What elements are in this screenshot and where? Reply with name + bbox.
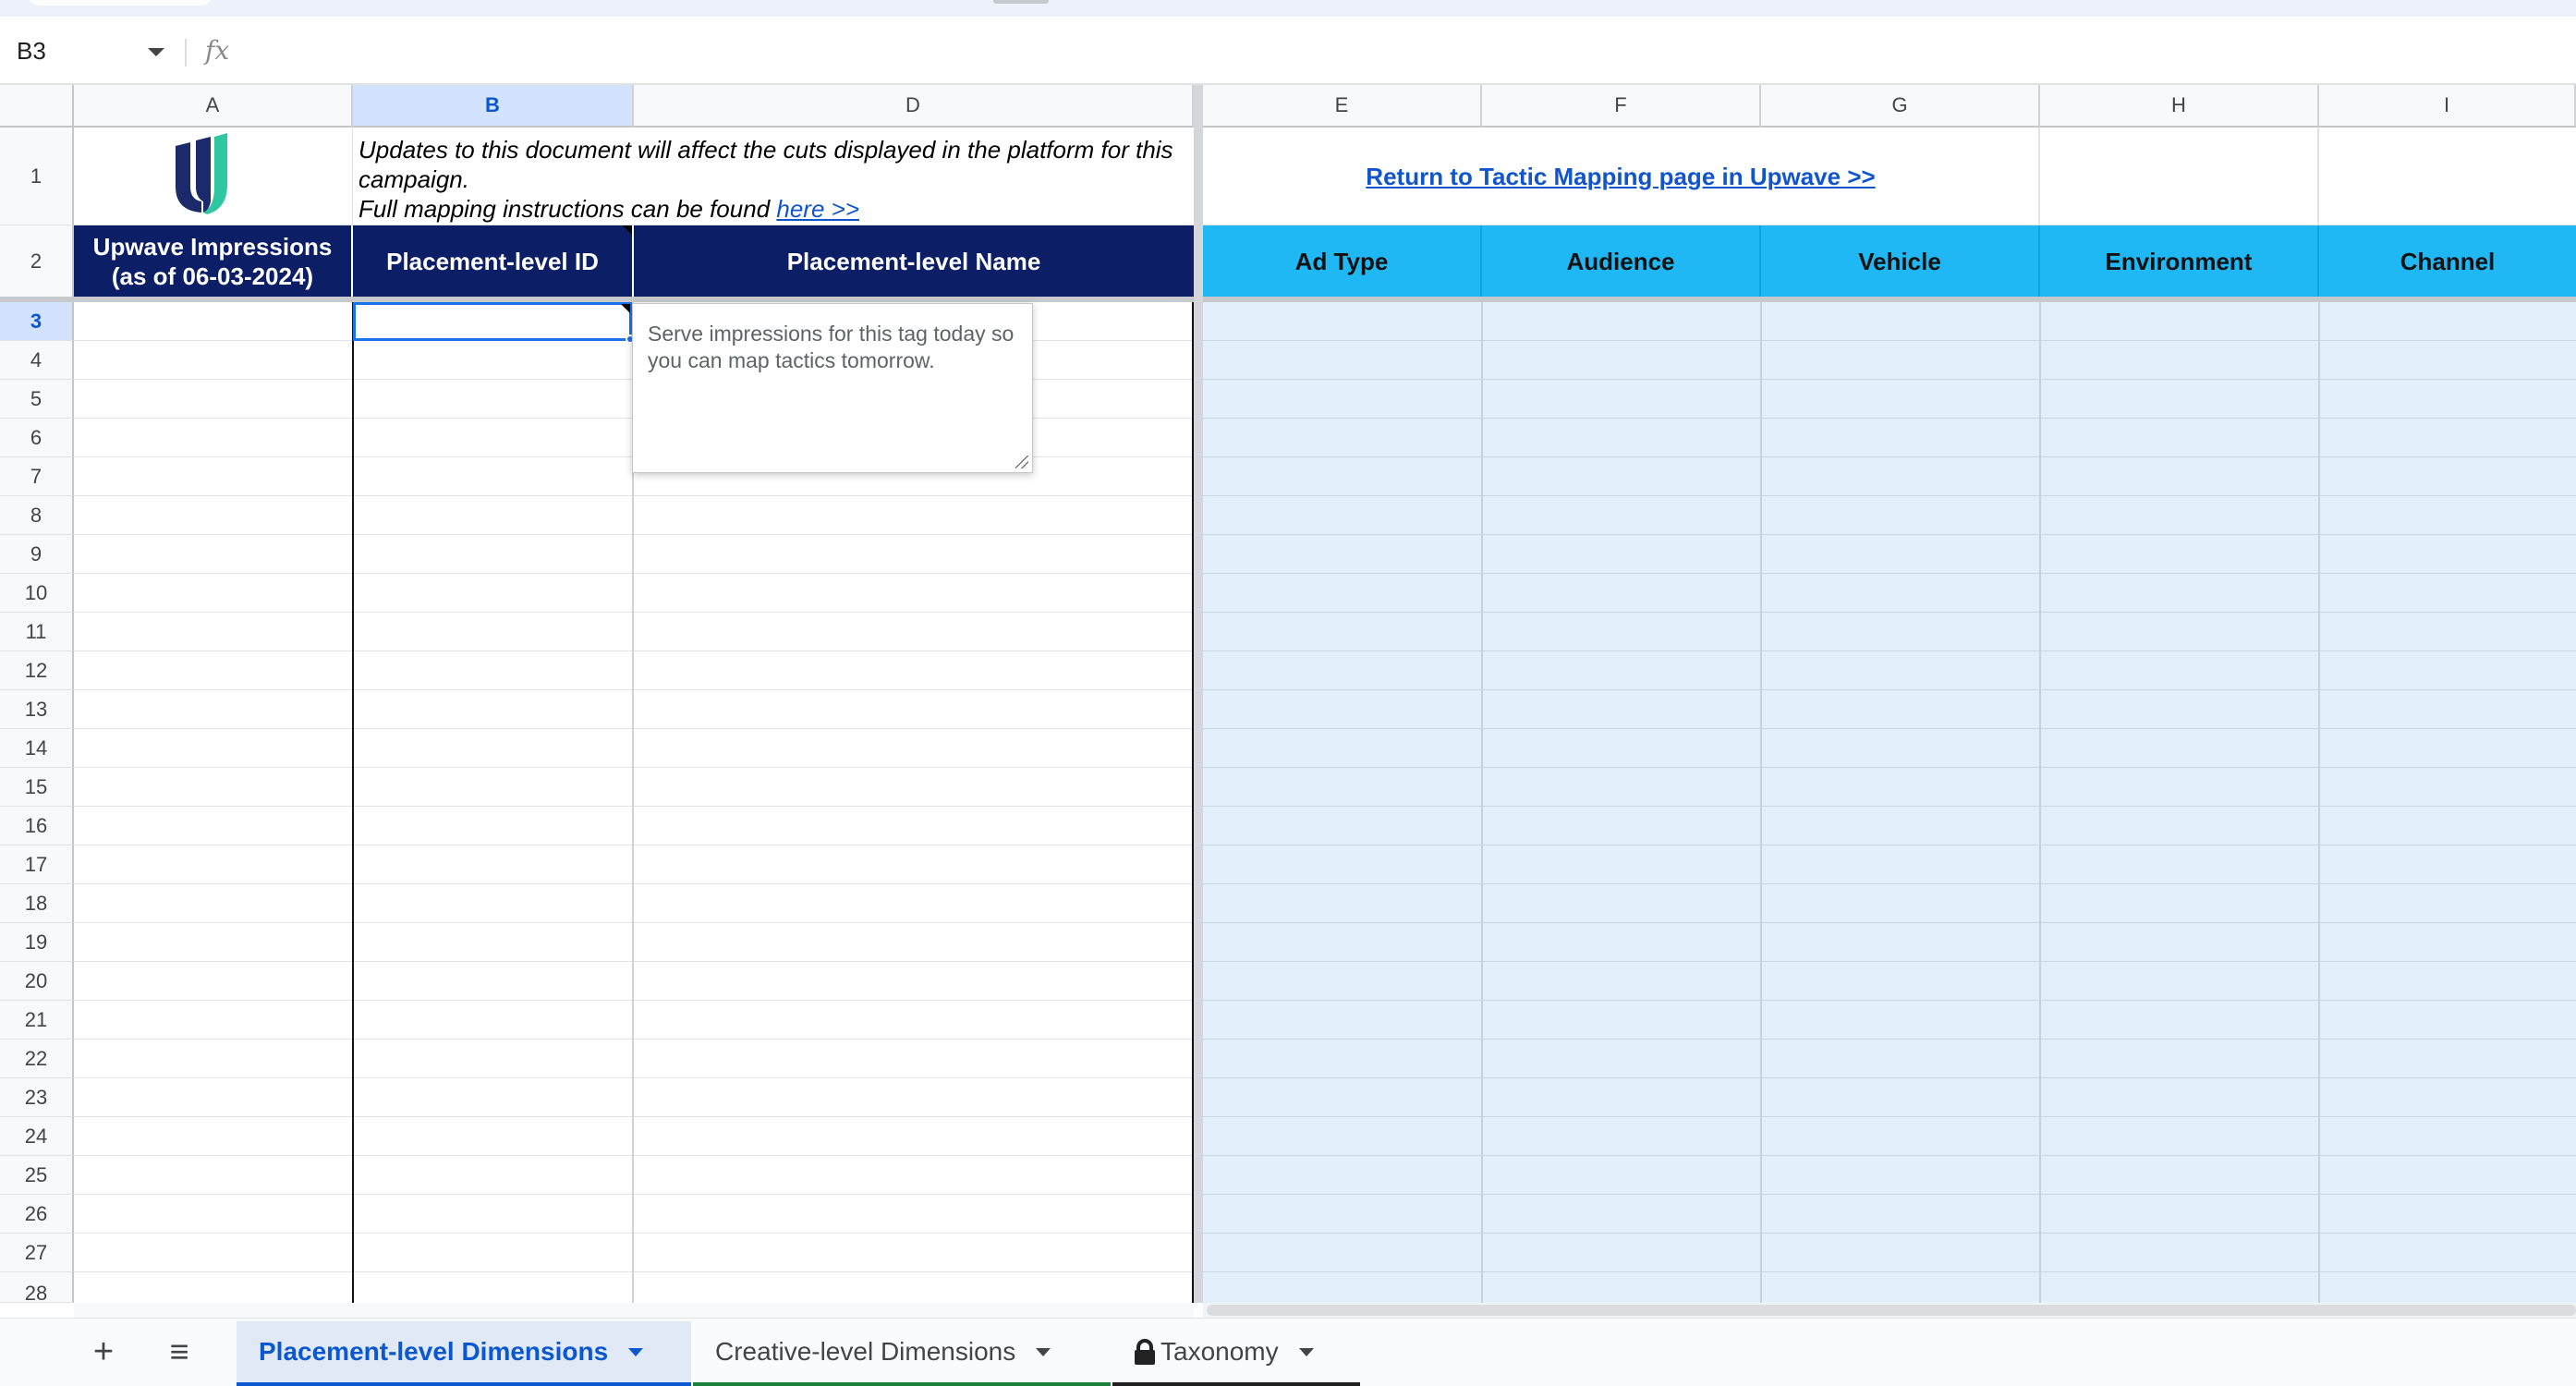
row-header-19[interactable]: 19: [0, 923, 74, 962]
header-audience[interactable]: Audience: [1482, 225, 1761, 298]
row1-divider: [2317, 128, 2319, 225]
row-header-16[interactable]: 16: [0, 807, 74, 845]
column-header-b[interactable]: B: [353, 85, 634, 128]
resize-grip-icon[interactable]: [1015, 456, 1028, 468]
add-sheet-icon[interactable]: +: [83, 1329, 124, 1375]
column-border-f: [1760, 298, 1762, 1303]
scroll-area-left: [74, 1303, 1194, 1318]
row-header-24[interactable]: 24: [0, 1117, 74, 1156]
tab-placement-level-dimensions[interactable]: Placement-level Dimensions: [237, 1321, 691, 1386]
row1-divider: [2038, 128, 2040, 225]
column-header-e[interactable]: E: [1203, 85, 1482, 128]
header-upwave-impressions[interactable]: Upwave Impressions (as of 06-03-2024): [74, 225, 353, 298]
instructions-text-2: Full mapping instructions can be found: [358, 195, 777, 223]
row-header-5[interactable]: 5: [0, 380, 74, 419]
note-text: Serve impressions for this tag today so …: [648, 322, 1015, 372]
row-header-2[interactable]: 2: [0, 225, 74, 298]
row-header-8[interactable]: 8: [0, 496, 74, 535]
browser-top-strip: [0, 0, 2576, 17]
chevron-down-icon[interactable]: [628, 1347, 644, 1356]
row-header-3[interactable]: 3: [0, 302, 74, 341]
row-header-27[interactable]: 27: [0, 1234, 74, 1272]
cell-grid-right[interactable]: [1203, 298, 2576, 1303]
row-header-17[interactable]: 17: [0, 845, 74, 884]
row-header-12[interactable]: 12: [0, 651, 74, 690]
header-channel[interactable]: Channel: [2319, 225, 2576, 298]
row-header-23[interactable]: 23: [0, 1078, 74, 1117]
header-ad-type[interactable]: Ad Type: [1203, 225, 1482, 298]
row-header-25[interactable]: 25: [0, 1156, 74, 1195]
tab-creative-level-dimensions[interactable]: Creative-level Dimensions: [693, 1321, 1111, 1386]
column-header-d[interactable]: D: [634, 85, 1194, 128]
comment-indicator: [621, 304, 630, 313]
row-header-20[interactable]: 20: [0, 962, 74, 1001]
column-border-e: [1481, 298, 1483, 1303]
cell-note-popup[interactable]: Serve impressions for this tag today so …: [632, 303, 1033, 473]
header-vehicle[interactable]: Vehicle: [1761, 225, 2040, 298]
row-header-26[interactable]: 26: [0, 1195, 74, 1234]
function-icon: fx: [205, 35, 230, 66]
lock-icon: [1135, 1339, 1155, 1365]
column-header-i[interactable]: I: [2319, 85, 2576, 128]
formula-bar: B3 fx: [0, 17, 2576, 85]
row-header-6[interactable]: 6: [0, 419, 74, 457]
chevron-down-icon[interactable]: [1298, 1347, 1314, 1356]
column-header-g[interactable]: G: [1761, 85, 2040, 128]
instructions-link-line: Full mapping instructions can be found h…: [358, 194, 1194, 224]
frozen-columns-divider[interactable]: [1194, 85, 1203, 1303]
scrollbar-thumb[interactable]: [1207, 1305, 2576, 1316]
note-indicator: [623, 225, 632, 235]
chevron-down-icon[interactable]: [148, 48, 164, 56]
top-pill: [28, 0, 213, 6]
upwave-logo: [176, 133, 227, 214]
name-box[interactable]: B3: [17, 37, 46, 66]
row-header-14[interactable]: 14: [0, 729, 74, 768]
divider: [185, 39, 187, 67]
row-header-13[interactable]: 13: [0, 690, 74, 729]
selected-cell-b3[interactable]: [353, 302, 632, 341]
tab-label: Creative-level Dimensions: [715, 1337, 1016, 1366]
row-header-9[interactable]: 9: [0, 535, 74, 574]
column-border-h: [2318, 298, 2320, 1303]
column-header-h[interactable]: H: [2040, 85, 2319, 128]
drag-nub: [993, 0, 1049, 4]
tab-label: Placement-level Dimensions: [259, 1337, 609, 1366]
header-placement-id[interactable]: Placement-level ID: [353, 225, 634, 298]
row-header-15[interactable]: 15: [0, 768, 74, 807]
column-header-f[interactable]: F: [1482, 85, 1761, 128]
tab-taxonomy[interactable]: Taxonomy: [1112, 1321, 1360, 1386]
column-border-g: [2039, 298, 2041, 1303]
row-header-28[interactable]: 28: [0, 1272, 74, 1303]
tab-label: Taxonomy: [1160, 1337, 1279, 1366]
upwave-logo-cell[interactable]: [74, 128, 353, 225]
row-header-4[interactable]: 4: [0, 341, 74, 380]
row-header-11[interactable]: 11: [0, 613, 74, 651]
row-header-22[interactable]: 22: [0, 1040, 74, 1078]
instructions-here-link[interactable]: here >>: [776, 195, 859, 223]
chevron-down-icon[interactable]: [1036, 1347, 1051, 1356]
row-header-1[interactable]: 1: [0, 128, 74, 225]
instructions-text: Updates to this document will affect the…: [358, 136, 1173, 193]
row-header-21[interactable]: 21: [0, 1001, 74, 1040]
select-all-corner[interactable]: [0, 85, 74, 128]
column-header-a[interactable]: A: [74, 85, 353, 128]
row-header-7[interactable]: 7: [0, 457, 74, 496]
column-border-a: [352, 298, 354, 1303]
row-header-10[interactable]: 10: [0, 574, 74, 613]
header-placement-name[interactable]: Placement-level Name: [634, 225, 1194, 298]
return-to-tactic-mapping-link[interactable]: Return to Tactic Mapping page in Upwave …: [1203, 128, 2038, 225]
row-header-18[interactable]: 18: [0, 884, 74, 923]
instructions-note-cell[interactable]: Updates to this document will affect the…: [353, 128, 1194, 225]
header-environment[interactable]: Environment: [2040, 225, 2319, 298]
all-sheets-menu-icon[interactable]: ≡: [159, 1329, 200, 1375]
